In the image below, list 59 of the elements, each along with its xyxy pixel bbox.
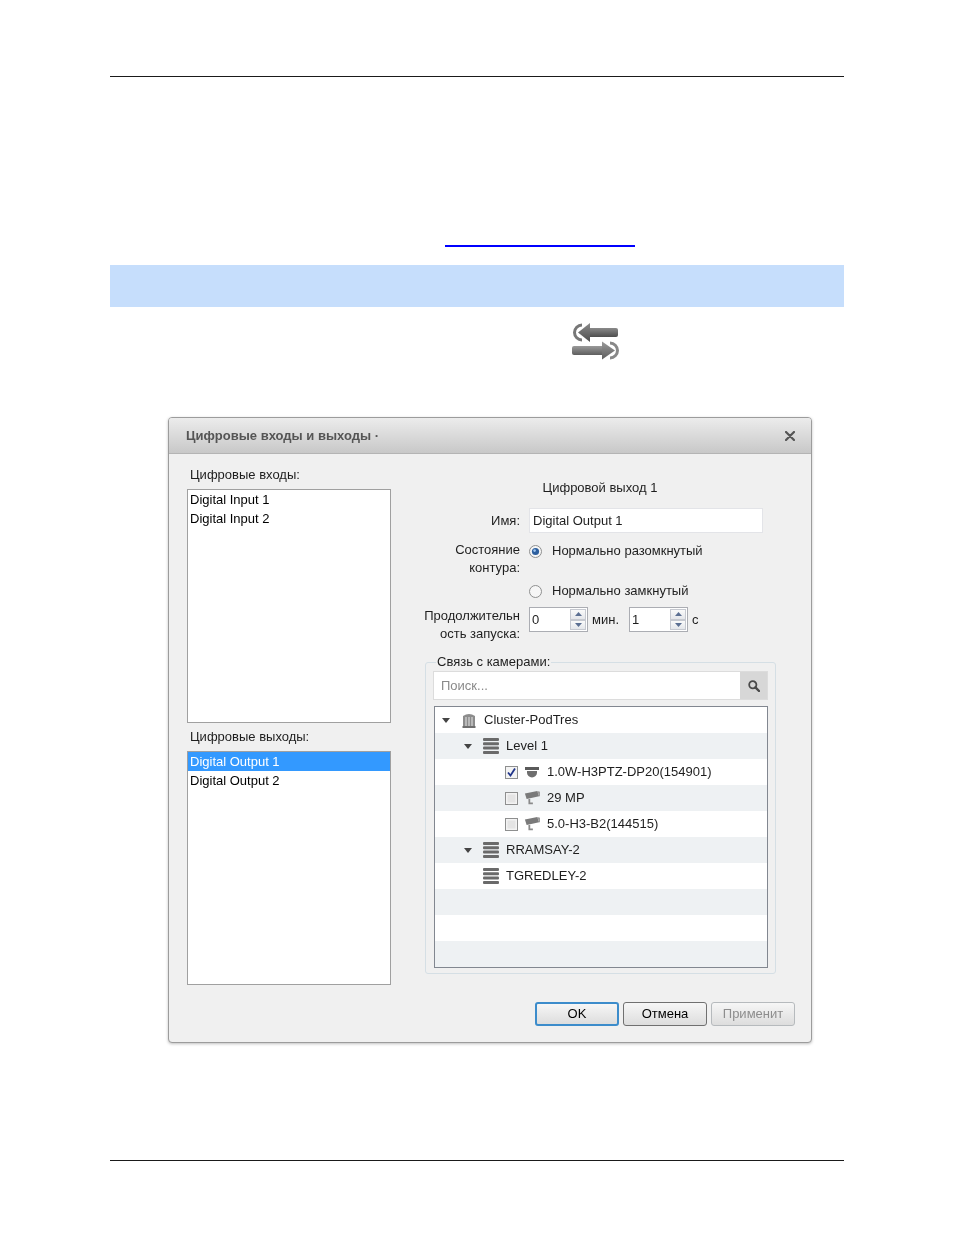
dialog-button[interactable]: Отмена (623, 1002, 707, 1026)
search-field[interactable]: Поиск... (433, 671, 768, 700)
spin-down-button[interactable] (570, 619, 586, 630)
close-icon (785, 430, 795, 441)
security-camera-icon (524, 790, 540, 806)
checkbox[interactable] (505, 791, 518, 805)
unit-label: с (692, 610, 699, 629)
swap-arrows-icon (570, 322, 622, 360)
node-label: RRAMSAY-2 (506, 841, 580, 860)
tree-row[interactable]: 29 MP (435, 785, 767, 811)
node-label: 5.0-H3-B2(144515) (547, 815, 659, 834)
spin-box[interactable]: 0 (529, 607, 588, 632)
caret-down-icon (574, 622, 582, 627)
node-label: TGREDLEY-2 (506, 867, 587, 886)
search-icon (747, 679, 760, 692)
security-camera-icon (524, 816, 540, 832)
spin-box[interactable]: 1 (629, 607, 688, 632)
server-stack-icon (483, 868, 499, 884)
dome-camera-icon (525, 766, 539, 778)
spin-down-button[interactable] (670, 619, 686, 630)
radio-label: Нормально разомкнутый (552, 542, 703, 560)
group-label: Связь с камерами: (436, 654, 552, 670)
name-field[interactable]: Digital Output 1 (529, 508, 763, 533)
field-label: Имя: (490, 511, 520, 530)
building-icon (462, 712, 476, 728)
list-item[interactable]: Digital Input 1 (188, 490, 390, 509)
caret-up-icon (674, 612, 682, 617)
dialog-button[interactable]: OK (535, 1002, 619, 1026)
radio-label: Нормально замкнутый (552, 582, 689, 600)
section-heading: Цифровой выход 1 (541, 479, 659, 497)
node-label: 1.0W-H3PTZ-DP20(154901) (547, 763, 712, 782)
radio-button[interactable] (529, 544, 542, 558)
checkbox[interactable] (505, 817, 518, 831)
list-item[interactable]: Digital Output 2 (188, 771, 390, 790)
field-label: Продолжительн ость запуска: (423, 607, 520, 643)
expander-icon[interactable] (464, 743, 472, 749)
caret-up-icon (574, 612, 582, 617)
dialog-title: Цифровые входы и выходы · (186, 426, 379, 445)
search-button[interactable] (740, 672, 767, 699)
caret-down-icon (674, 622, 682, 627)
tree-row[interactable]: RRAMSAY-2 (435, 837, 767, 863)
unit-label: мин. (592, 610, 619, 629)
expander-icon[interactable] (464, 847, 472, 853)
node-label: Level 1 (506, 737, 548, 756)
close-button[interactable] (783, 428, 797, 443)
spin-up-button[interactable] (570, 609, 586, 620)
list-label: Цифровые входы: (189, 466, 301, 484)
spin-up-button[interactable] (670, 609, 686, 620)
server-stack-icon (483, 842, 499, 858)
checkbox[interactable] (505, 765, 518, 779)
server-stack-icon (483, 738, 499, 754)
tree-row[interactable]: Level 1 (435, 733, 767, 759)
node-label: Cluster-PodTres (484, 711, 579, 730)
list-label: Цифровые выходы: (189, 728, 311, 746)
node-label: 29 MP (547, 789, 585, 808)
field-label: Состояние контура: (454, 541, 520, 577)
expander-icon[interactable] (442, 717, 450, 723)
radio-button[interactable] (529, 584, 542, 598)
list-item[interactable]: Digital Input 2 (188, 509, 390, 528)
